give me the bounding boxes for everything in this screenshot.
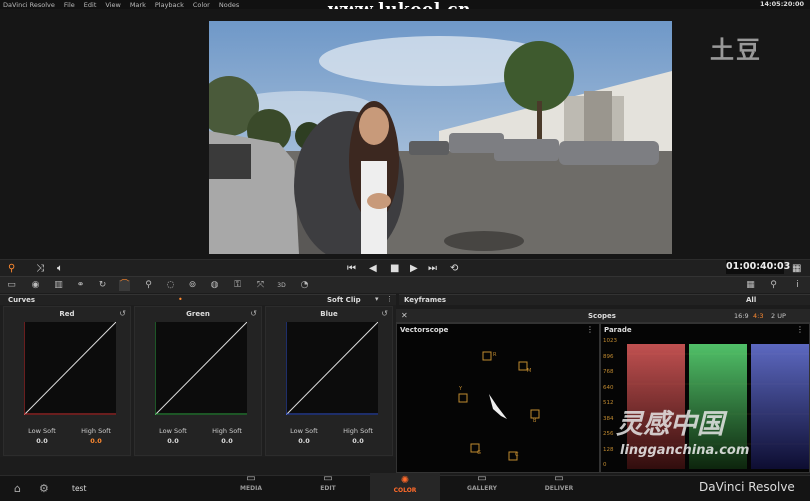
deliver-icon: ▭ (554, 473, 564, 484)
tab-edit[interactable]: ▭ EDIT (293, 473, 363, 492)
qualifier-icon[interactable]: ⚲ (143, 280, 154, 291)
ratio-4-3[interactable]: 4:3 (753, 312, 763, 320)
chevron-down-icon[interactable]: ▾ (375, 295, 379, 303)
sizing-icon[interactable]: ⤧ (255, 280, 266, 291)
reset-icon[interactable]: ↺ (381, 309, 388, 318)
media-icon: ▭ (246, 473, 256, 484)
menu-color[interactable]: Color (193, 1, 210, 9)
zoom-icon[interactable]: ⚲ (768, 280, 779, 291)
low-soft-control[interactable]: Low Soft 0.0 (153, 427, 193, 445)
menu-file[interactable]: File (64, 1, 75, 9)
target-b: B (533, 418, 537, 424)
play-reverse-button[interactable]: ◀ (369, 263, 377, 274)
tab-gallery[interactable]: ▭ GALLERY (447, 473, 517, 492)
curves-header: Curves • Soft Clip ▾ ⋮ (0, 294, 396, 305)
ratio-16-9[interactable]: 16:9 (734, 312, 749, 320)
video-frame (209, 21, 672, 254)
vectorscope-panel: Vectorscope ⋮ R M B C G Y (396, 323, 600, 473)
menu-edit[interactable]: Edit (84, 1, 97, 9)
color-wheel-icon: ✺ (400, 475, 410, 486)
high-soft-control[interactable]: High Soft 0.0 (207, 427, 247, 445)
page-dot-active[interactable]: • (178, 295, 183, 304)
channel-label: Blue (320, 310, 338, 318)
stop-button[interactable]: ■ (390, 263, 399, 274)
low-soft-control[interactable]: Low Soft 0.0 (22, 427, 62, 445)
app-title: DaVinci Resolve (3, 0, 55, 9)
blur-icon[interactable]: ◍ (209, 280, 220, 291)
keyframes-header: Keyframes All (399, 294, 810, 305)
rgb-mixer-icon[interactable]: ⚭ (75, 280, 86, 291)
window-icon[interactable]: ◌ (165, 280, 176, 291)
tracker-icon[interactable]: ⊚ (187, 280, 198, 291)
curves-title: Curves (8, 296, 36, 304)
layout-dropdown[interactable]: 2 UP (771, 312, 786, 320)
keyframes-title: Keyframes (404, 296, 447, 304)
tab-color[interactable]: ✺ COLOR (370, 473, 440, 501)
watermark-url: lingganchina.com (620, 443, 750, 458)
menu-view[interactable]: View (105, 1, 120, 9)
menu-nodes[interactable]: Nodes (219, 1, 239, 9)
curve-graph[interactable] (285, 321, 379, 416)
app-brand: DaVinci Resolve (699, 480, 795, 494)
tab-media[interactable]: ▭ MEDIA (216, 473, 286, 492)
refresh-icon[interactable]: ↻ (97, 280, 108, 291)
timecode-display: 01:00:40:03 (726, 260, 791, 274)
curves-icon[interactable]: ⌒ (119, 280, 130, 291)
scopes-title: Scopes (588, 312, 616, 320)
project-name: test (72, 484, 87, 493)
camera-icon[interactable]: ▭ (6, 280, 17, 291)
tab-deliver[interactable]: ▭ DELIVER (524, 473, 594, 492)
channel-label: Green (186, 310, 210, 318)
high-soft-control[interactable]: High Soft 0.0 (76, 427, 116, 445)
curve-graph[interactable] (23, 321, 117, 416)
curve-panel-green: Green ↺ Low Soft 0.0 High Soft 0.0 (134, 306, 262, 456)
target-m: M (527, 368, 532, 374)
key-icon[interactable]: ⚿ (232, 280, 243, 291)
volume-icon[interactable]: 🔈︎ (57, 263, 63, 274)
watermark-tudou: 土豆 (710, 36, 762, 64)
shuffle-icon[interactable]: ⤨ (36, 263, 44, 274)
color-wheels-icon[interactable]: ◉ (30, 280, 41, 291)
color-picker-icon[interactable]: ⚲ (8, 263, 15, 274)
home-icon[interactable]: ⌂ (14, 482, 21, 495)
gallery-icon: ▭ (477, 473, 487, 484)
curve-graph[interactable] (154, 321, 248, 416)
watermark-logo: 灵感中国 (616, 409, 724, 440)
keyframes-filter-dropdown[interactable]: All (746, 296, 756, 304)
gear-icon[interactable]: ⚙ (39, 482, 49, 495)
menu-playback[interactable]: Playback (155, 1, 184, 9)
soft-clip-dropdown[interactable]: Soft Clip (327, 296, 361, 304)
target-g: G (477, 450, 481, 456)
histogram-icon[interactable]: ▥ (53, 280, 64, 291)
menu-mark[interactable]: Mark (130, 1, 146, 9)
grid-icon[interactable]: ▦ (792, 263, 801, 274)
skip-back-button[interactable]: ⏮ (347, 263, 356, 274)
close-icon[interactable]: ✕ (401, 311, 408, 320)
play-button[interactable]: ▶ (410, 263, 418, 274)
stereo-3d-icon[interactable]: 3D (276, 280, 287, 291)
reset-icon[interactable]: ↺ (119, 309, 126, 318)
channel-label: Red (59, 310, 75, 318)
target-y: Y (459, 386, 463, 392)
more-options-icon[interactable]: ⋮ (386, 295, 393, 303)
curve-panel-blue: Blue ↺ Low Soft 0.0 High Soft 0.0 (265, 306, 393, 456)
reset-icon[interactable]: ↺ (250, 309, 257, 318)
grid-view-icon[interactable]: ▦ (745, 280, 756, 291)
system-clock: 14:05:20:00 (760, 0, 804, 8)
target-c: C (515, 452, 519, 458)
edit-icon: ▭ (323, 473, 333, 484)
curve-panel-red: Red ↺ Low Soft 0.0 High Soft 0.0 (3, 306, 131, 456)
target-r: R (493, 352, 497, 358)
skip-forward-button[interactable]: ⏭ (428, 263, 437, 274)
info-icon[interactable]: ⅰ (792, 280, 803, 291)
transport-bar: ⚲ ⤨ 🔈︎ ⏮ ◀ ■ ▶ ⏭ ⟲ ▦ (0, 259, 810, 276)
low-soft-control[interactable]: Low Soft 0.0 (284, 427, 324, 445)
scopes-header: ✕ Scopes 16:9 4:3 2 UP (396, 309, 810, 323)
motion-icon[interactable]: ◔ (299, 280, 310, 291)
loop-button[interactable]: ⟲ (450, 263, 458, 274)
tools-bar: ▭ ◉ ▥ ⚭ ↻ ⌒ ⚲ ◌ ⊚ ◍ ⚿ ⤧ 3D ◔ ▦ ⚲ ⅰ (0, 276, 810, 293)
high-soft-control[interactable]: High Soft 0.0 (338, 427, 378, 445)
